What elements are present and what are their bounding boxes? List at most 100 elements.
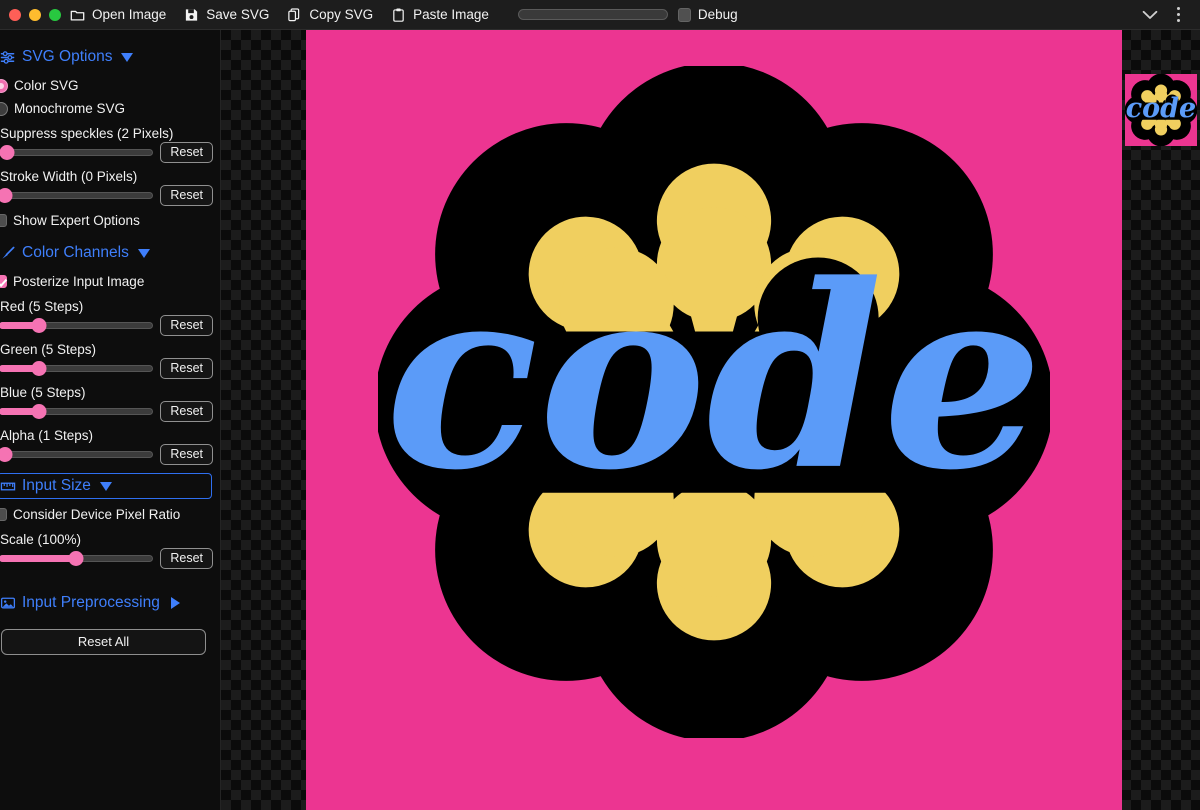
show-expert-options-row[interactable]: Show Expert Options xyxy=(0,209,213,232)
posterize-label: Posterize Input Image xyxy=(13,274,144,289)
vectorizer-app-window: Open Image Save SVG Copy SVG Paste Image xyxy=(0,0,1200,810)
paste-image-button[interactable]: Paste Image xyxy=(382,0,498,30)
copy-svg-label: Copy SVG xyxy=(309,7,373,22)
section-title-input-preprocessing: Input Preprocessing xyxy=(22,594,160,612)
image-canvas[interactable]: code xyxy=(221,30,1200,810)
section-title-color-channels: Color Channels xyxy=(22,244,129,262)
maximize-window-button[interactable] xyxy=(49,9,61,21)
stroke-width-reset-button[interactable]: Reset xyxy=(160,185,213,206)
artboard[interactable]: code xyxy=(306,30,1122,810)
triangle-right-icon[interactable] xyxy=(171,597,180,609)
monochrome-svg-label: Monochrome SVG xyxy=(14,101,125,116)
scale-row: Reset xyxy=(0,548,213,569)
scale-slider[interactable] xyxy=(0,550,153,567)
red-channel-row: Reset xyxy=(0,315,213,336)
alpha-channel-label: Alpha (1 Steps) xyxy=(0,428,213,443)
code-logo-preview: code xyxy=(378,66,1050,738)
stroke-width-slider[interactable] xyxy=(0,187,153,204)
section-header-color-channels[interactable]: Color Channels xyxy=(0,241,213,265)
copy-icon xyxy=(287,7,302,23)
color-svg-label: Color SVG xyxy=(14,78,79,93)
red-channel-label: Red (5 Steps) xyxy=(0,299,213,314)
sliders-icon xyxy=(0,50,16,65)
floppy-disk-icon xyxy=(184,7,199,23)
scale-reset-button[interactable]: Reset xyxy=(160,548,213,569)
show-expert-options-checkbox[interactable] xyxy=(0,214,7,227)
open-image-label: Open Image xyxy=(92,7,166,22)
radio-monochrome-svg[interactable]: Monochrome SVG xyxy=(0,97,213,120)
ruler-icon xyxy=(0,479,16,494)
clipboard-icon xyxy=(391,7,406,23)
section-header-input-size[interactable]: Input Size xyxy=(0,474,211,498)
triangle-down-icon[interactable] xyxy=(138,249,150,258)
scale-label: Scale (100%) xyxy=(0,532,213,547)
paste-image-label: Paste Image xyxy=(413,7,489,22)
chevron-down-icon[interactable] xyxy=(1137,2,1163,28)
image-icon xyxy=(0,596,16,611)
code-flower-logo-art: code xyxy=(1125,74,1197,146)
debug-toggle[interactable]: Debug xyxy=(678,7,738,22)
debug-checkbox[interactable] xyxy=(678,8,691,22)
slider-track xyxy=(0,149,153,156)
section-header-input-preprocessing[interactable]: Input Preprocessing xyxy=(0,591,213,615)
suppress-speckles-label: Suppress speckles (2 Pixels) xyxy=(0,126,213,141)
suppress-speckles-slider[interactable] xyxy=(0,144,153,161)
kebab-menu-icon[interactable] xyxy=(1165,2,1191,28)
green-channel-reset-button[interactable]: Reset xyxy=(160,358,213,379)
section-title-svg-options: SVG Options xyxy=(22,48,112,66)
window-controls[interactable] xyxy=(0,9,61,21)
green-channel-slider[interactable] xyxy=(0,360,153,377)
folder-icon xyxy=(70,7,85,23)
debug-label: Debug xyxy=(698,7,738,22)
radio-color-svg[interactable]: Color SVG xyxy=(0,74,213,97)
stroke-width-label: Stroke Width (0 Pixels) xyxy=(0,169,213,184)
slider-track xyxy=(0,451,153,458)
device-pixel-ratio-label: Consider Device Pixel Ratio xyxy=(13,507,180,522)
blue-channel-row: Reset xyxy=(0,401,213,422)
blue-channel-label: Blue (5 Steps) xyxy=(0,385,213,400)
slider-thumb[interactable] xyxy=(32,318,47,333)
suppress-speckles-reset-button[interactable]: Reset xyxy=(160,142,213,163)
blue-channel-reset-button[interactable]: Reset xyxy=(160,401,213,422)
copy-svg-button[interactable]: Copy SVG xyxy=(278,0,382,30)
posterize-row[interactable]: Posterize Input Image xyxy=(0,270,213,293)
slider-thumb[interactable] xyxy=(32,404,47,419)
alpha-channel-row: Reset xyxy=(0,444,213,465)
green-channel-label: Green (5 Steps) xyxy=(0,342,213,357)
section-title-input-size: Input Size xyxy=(22,477,91,495)
red-channel-reset-button[interactable]: Reset xyxy=(160,315,213,336)
triangle-down-icon[interactable] xyxy=(100,482,112,491)
reset-all-button[interactable]: Reset All xyxy=(1,629,206,655)
open-image-button[interactable]: Open Image xyxy=(61,0,175,30)
titlebar-right-controls xyxy=(1137,2,1200,28)
slider-thumb[interactable] xyxy=(0,145,14,160)
red-channel-slider[interactable] xyxy=(0,317,153,334)
code-flower-logo-art: code xyxy=(378,66,1050,738)
title-bar: Open Image Save SVG Copy SVG Paste Image xyxy=(0,0,1200,30)
minimize-window-button[interactable] xyxy=(29,9,41,21)
brush-icon xyxy=(0,246,16,261)
device-pixel-ratio-row[interactable]: Consider Device Pixel Ratio xyxy=(0,503,213,526)
slider-thumb[interactable] xyxy=(32,361,47,376)
save-svg-button[interactable]: Save SVG xyxy=(175,0,278,30)
color-svg-radio[interactable] xyxy=(0,79,8,93)
slider-thumb[interactable] xyxy=(0,188,13,203)
alpha-channel-reset-button[interactable]: Reset xyxy=(160,444,213,465)
green-channel-row: Reset xyxy=(0,358,213,379)
svg-text:code: code xyxy=(385,230,1043,526)
triangle-down-icon[interactable] xyxy=(121,53,133,62)
progress-slider[interactable] xyxy=(518,9,668,20)
section-header-svg-options[interactable]: SVG Options xyxy=(0,45,213,69)
save-svg-label: Save SVG xyxy=(206,7,269,22)
show-expert-options-label: Show Expert Options xyxy=(13,213,140,228)
posterize-checkbox[interactable] xyxy=(0,275,7,288)
monochrome-svg-radio[interactable] xyxy=(0,102,8,116)
slider-thumb[interactable] xyxy=(69,551,84,566)
alpha-channel-slider[interactable] xyxy=(0,446,153,463)
slider-track xyxy=(0,192,153,199)
blue-channel-slider[interactable] xyxy=(0,403,153,420)
close-window-button[interactable] xyxy=(9,9,21,21)
slider-thumb[interactable] xyxy=(0,447,13,462)
source-image-thumbnail[interactable]: code xyxy=(1125,74,1197,146)
device-pixel-ratio-checkbox[interactable] xyxy=(0,508,7,521)
